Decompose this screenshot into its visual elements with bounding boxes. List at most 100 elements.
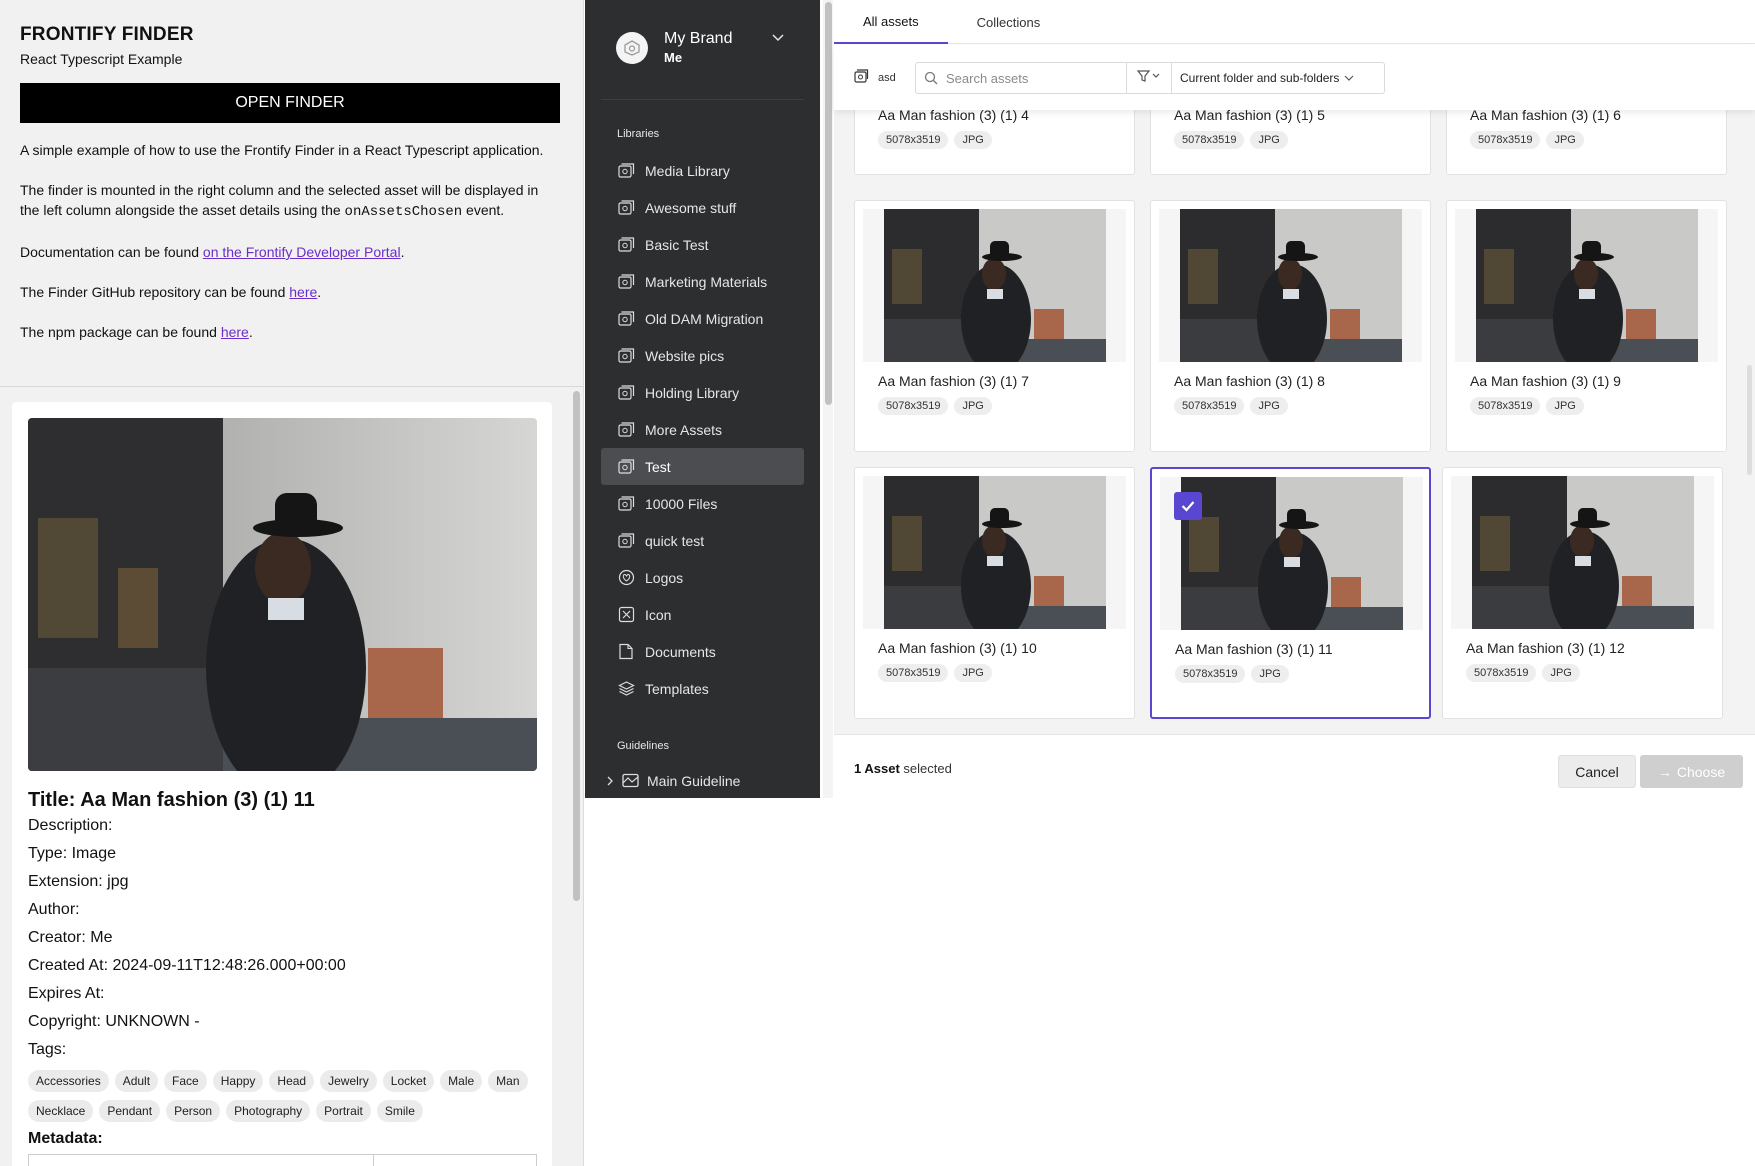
asset-description: Description: <box>28 817 113 834</box>
search-input[interactable] <box>946 63 1126 93</box>
grid-scrollbar[interactable] <box>1744 110 1755 734</box>
filter-button[interactable] <box>1126 63 1172 93</box>
sidebar-item-test[interactable]: Test <box>601 448 804 485</box>
media-library-icon <box>617 273 635 291</box>
asset-card[interactable]: Aa Man fashion (3) (1) 8 5078x3519 JPG <box>1150 200 1431 452</box>
tab-collections[interactable]: Collections <box>948 0 1070 44</box>
asset-dimensions: 5078x3519 <box>878 664 949 682</box>
sidebar-item-main-guideline[interactable]: Main Guideline <box>601 763 804 798</box>
tab-all-assets[interactable]: All assets <box>834 0 948 44</box>
sidebar-item-label: Test <box>645 458 671 475</box>
asset-thumbnail <box>863 476 1126 629</box>
asset-extension: JPG <box>1251 665 1289 683</box>
metadata-table <box>28 1154 537 1166</box>
media-library-icon <box>617 384 635 402</box>
search-scope-value: Current folder and sub-folders <box>1180 71 1340 85</box>
sidebar-item-media-library[interactable]: Media Library <box>601 152 804 189</box>
sidebar-item-label: Media Library <box>645 162 730 179</box>
tag-chip: Accessories <box>28 1070 109 1092</box>
sidebar-item-basic-test[interactable]: Basic Test <box>601 226 804 263</box>
sidebar-item-label: Templates <box>645 680 709 697</box>
finder-tabs: All assets Collections <box>834 0 1755 44</box>
asset-thumbnail <box>1455 209 1718 362</box>
asset-details-panel[interactable]: Title: Aa Man fashion (3) (1) 11 Descrip… <box>0 388 584 1166</box>
asset-extension: JPG <box>954 131 992 149</box>
npm-text-end: . <box>248 324 253 340</box>
tag-chip: Face <box>164 1070 207 1092</box>
docs-text-end: . <box>400 244 405 260</box>
sidebar-item-label: 10000 Files <box>645 495 718 512</box>
sidebar-item-website-pics[interactable]: Website pics <box>601 337 804 374</box>
checkbox-checked-icon[interactable] <box>1174 492 1202 520</box>
asset-creator: Creator: Me <box>28 929 113 946</box>
tag-chip: Male <box>440 1070 483 1092</box>
choose-button[interactable]: → Choose <box>1640 755 1743 788</box>
chevron-down-icon[interactable] <box>771 30 785 49</box>
sidebar-item-quick-test[interactable]: quick test <box>601 522 804 559</box>
tag-chip: Photography <box>226 1100 311 1122</box>
asset-card[interactable]: Aa Man fashion (3) (1) 9 5078x3519 JPG <box>1446 200 1727 452</box>
asset-name: Aa Man fashion (3) (1) 10 <box>878 640 1037 656</box>
asset-thumbnail <box>863 209 1126 362</box>
scrollbar-thumb[interactable] <box>1747 365 1752 475</box>
sidebar-item-awesome-stuff[interactable]: Awesome stuff <box>601 189 804 226</box>
tag-chip: Man <box>488 1070 528 1092</box>
asset-name: Aa Man fashion (3) (1) 11 <box>1175 641 1333 657</box>
asset-card[interactable]: Aa Man fashion (3) (1) 6 5078x3519 JPG <box>1446 110 1727 175</box>
asset-extension: JPG <box>1546 397 1584 415</box>
sidebar-item-marketing-materials[interactable]: Marketing Materials <box>601 263 804 300</box>
asset-preview-image <box>28 418 537 771</box>
sidebar-item-old-dam-migration[interactable]: Old DAM Migration <box>601 300 804 337</box>
sidebar-item-10000-files[interactable]: 10000 Files <box>601 485 804 522</box>
asset-dimensions: 5078x3519 <box>1470 131 1541 149</box>
details-scrollbar[interactable] <box>571 389 582 1166</box>
media-library-icon <box>617 162 635 180</box>
guidelines-heading: Guidelines <box>617 740 669 752</box>
asset-card[interactable]: Aa Man fashion (3) (1) 10 5078x3519 JPG <box>854 467 1135 719</box>
scrollbar-thumb[interactable] <box>825 2 832 405</box>
asset-card[interactable]: Aa Man fashion (3) (1) 5 5078x3519 JPG <box>1150 110 1431 175</box>
asset-tags: Accessories Adult Face Happy Head Jewelry Lock… <box>28 1070 538 1122</box>
sidebar-item-documents[interactable]: Documents <box>601 633 804 670</box>
sidebar-item-logos[interactable]: Logos <box>601 559 804 596</box>
asset-name: Aa Man fashion (3) (1) 8 <box>1174 373 1325 389</box>
asset-grid[interactable]: Aa Man fashion (3) (1) 4 5078x3519 JPG Aa M… <box>834 110 1755 734</box>
intro-paragraph: A simple example of how to use the Front… <box>20 142 544 158</box>
asset-expires-at: Expires At: <box>28 985 105 1002</box>
media-library-icon <box>854 69 869 86</box>
choose-label: Choose <box>1676 763 1726 780</box>
tag-chip: Happy <box>212 1070 264 1092</box>
sidebar-item-icon[interactable]: Icon <box>601 596 804 633</box>
sidebar-item-templates[interactable]: Templates <box>601 670 804 707</box>
docs-text: Documentation can be found <box>20 244 203 260</box>
sidebar-item-holding-library[interactable]: Holding Library <box>601 374 804 411</box>
left-column: FRONTIFY FINDER React Typescript Example… <box>0 0 584 1166</box>
sidebar-scrollbar[interactable] <box>823 0 833 798</box>
brand-switcher[interactable]: My Brand Me <box>616 30 732 65</box>
cancel-button[interactable]: Cancel <box>1558 755 1636 788</box>
chevron-right-icon[interactable] <box>601 776 619 786</box>
search-scope-select[interactable]: Current folder and sub-folders <box>1172 63 1363 93</box>
asset-card[interactable]: Aa Man fashion (3) (1) 12 5078x3519 JPG <box>1442 467 1723 719</box>
sidebar-item-more-assets[interactable]: More Assets <box>601 411 804 448</box>
open-finder-button[interactable]: OPEN FINDER <box>20 83 560 123</box>
github-link[interactable]: here <box>289 284 317 300</box>
asset-card[interactable]: Aa Man fashion (3) (1) 11 5078x3519 JPG <box>1150 467 1431 719</box>
scrollbar-thumb[interactable] <box>573 391 580 901</box>
asset-card[interactable]: Aa Man fashion (3) (1) 7 5078x3519 JPG <box>854 200 1135 452</box>
asset-dimensions: 5078x3519 <box>878 131 949 149</box>
asset-card[interactable]: Aa Man fashion (3) (1) 4 5078x3519 JPG <box>854 110 1135 175</box>
chevron-down-icon <box>1344 75 1354 81</box>
docs-paragraph: Documentation can be found on the Fronti… <box>20 242 560 262</box>
github-paragraph: The Finder GitHub repository can be foun… <box>20 282 560 302</box>
sidebar-item-label: Holding Library <box>645 384 740 401</box>
search-icon <box>916 63 946 93</box>
arrow-right-icon: → <box>1657 763 1672 780</box>
sidebar-item-label: Old DAM Migration <box>645 310 764 327</box>
media-library-icon <box>617 347 635 365</box>
asset-extension: JPG <box>1542 664 1580 682</box>
tag-chip: Portrait <box>316 1100 371 1122</box>
npm-link[interactable]: here <box>221 324 249 340</box>
developer-portal-link[interactable]: on the Frontify Developer Portal <box>203 244 401 260</box>
folder-breadcrumb[interactable]: asd <box>854 69 896 86</box>
